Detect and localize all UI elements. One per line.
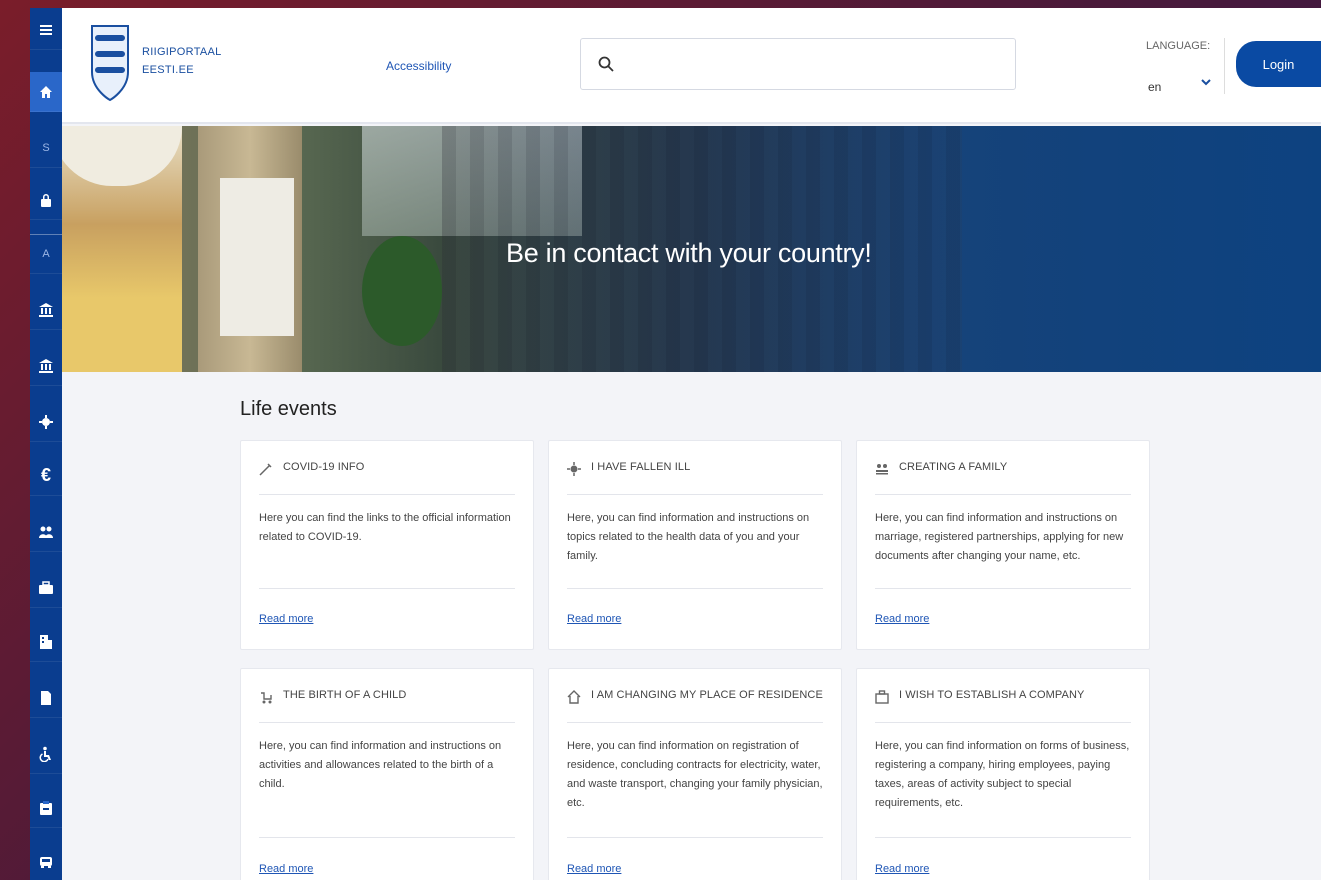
bank-icon[interactable] <box>30 346 62 386</box>
login-button[interactable]: Login <box>1236 41 1321 87</box>
card-description: Here, you can find information and instr… <box>567 512 810 562</box>
life-event-card[interactable]: THE BIRTH OF A CHILD Here, you can find … <box>240 668 534 880</box>
life-event-card[interactable]: COVID-19 INFO Here you can find the link… <box>240 440 534 650</box>
read-more-link[interactable]: Read more <box>567 863 621 875</box>
euro-glyph: € <box>40 465 51 485</box>
rail-section-letter-a: A <box>30 234 62 274</box>
virus-icon <box>567 462 581 476</box>
card-description: Here, you can find information on forms … <box>875 740 1130 809</box>
search-icon <box>598 56 614 72</box>
rail-letter-s: S <box>42 141 50 154</box>
section-title: Life events <box>240 398 337 420</box>
people-icon[interactable] <box>30 512 62 552</box>
bank-icon[interactable] <box>30 290 62 330</box>
briefcase-icon[interactable] <box>30 568 62 608</box>
lock-icon[interactable] <box>30 180 62 220</box>
card-header: COVID-19 INFO <box>259 461 515 495</box>
document-icon[interactable] <box>30 678 62 718</box>
left-navigation-rail: S A € <box>30 8 62 880</box>
house-icon <box>567 690 581 704</box>
card-header: CREATING A FAMILY <box>875 461 1131 495</box>
family-icon <box>876 464 888 475</box>
card-title: THE BIRTH OF A CHILD <box>283 689 407 701</box>
card-divider <box>875 588 1131 589</box>
language-label: LANGUAGE: <box>1146 40 1211 52</box>
life-event-card[interactable]: I AM CHANGING MY PLACE OF RESIDENCE Here… <box>548 668 842 880</box>
card-title: CREATING A FAMILY <box>899 461 1008 473</box>
car-icon[interactable] <box>30 842 62 880</box>
read-more-link[interactable]: Read more <box>567 613 621 625</box>
hero-title: Be in contact with your country! <box>506 238 872 268</box>
clipboard-icon[interactable] <box>30 788 62 828</box>
header-divider <box>1224 38 1225 94</box>
search-box[interactable] <box>580 38 1016 90</box>
brand-name-line2: EESTI.EE <box>142 64 194 76</box>
read-more-link[interactable]: Read more <box>875 613 929 625</box>
browser-page: S A € RIIGIPORTAAL EESTI.EE Accessibilit… <box>30 8 1321 880</box>
card-title: COVID-19 INFO <box>283 461 365 473</box>
virus-icon[interactable] <box>30 402 62 442</box>
stroller-icon <box>261 692 272 704</box>
card-title: I HAVE FALLEN ILL <box>591 461 691 473</box>
life-event-card[interactable]: I HAVE FALLEN ILL Here, you can find inf… <box>548 440 842 650</box>
rail-section-letter-s: S <box>30 128 62 168</box>
read-more-link[interactable]: Read more <box>259 613 313 625</box>
rail-letter-a: A <box>42 248 50 260</box>
card-divider <box>567 588 823 589</box>
chevron-down-icon[interactable] <box>1200 76 1212 88</box>
building-icon[interactable] <box>30 622 62 662</box>
brand-name-line1: RIIGIPORTAAL <box>142 46 222 58</box>
card-title: I WISH TO ESTABLISH A COMPANY <box>899 689 1085 701</box>
euro-icon[interactable]: € <box>30 456 62 496</box>
language-select-value[interactable]: en <box>1148 80 1161 94</box>
card-divider <box>259 837 515 838</box>
card-description: Here, you can find information on regist… <box>567 740 823 809</box>
card-divider <box>259 588 515 589</box>
card-divider <box>567 837 823 838</box>
card-header: I HAVE FALLEN ILL <box>567 461 823 495</box>
card-header: I WISH TO ESTABLISH A COMPANY <box>875 689 1131 723</box>
accessibility-icon[interactable] <box>30 734 62 774</box>
accessibility-link[interactable]: Accessibility <box>386 59 451 73</box>
coat-of-arms-logo[interactable] <box>88 24 132 104</box>
card-header: THE BIRTH OF A CHILD <box>259 689 515 723</box>
briefcase-icon <box>875 690 889 704</box>
life-event-card[interactable]: CREATING A FAMILY Here, you can find inf… <box>856 440 1150 650</box>
menu-icon[interactable] <box>30 10 62 50</box>
card-description: Here you can find the links to the offic… <box>259 512 511 543</box>
life-event-card[interactable]: I WISH TO ESTABLISH A COMPANY Here, you … <box>856 668 1150 880</box>
card-divider <box>875 837 1131 838</box>
hero-banner: Be in contact with your country! <box>62 126 1321 372</box>
site-header: RIIGIPORTAAL EESTI.EE Accessibility LANG… <box>62 8 1321 124</box>
card-description: Here, you can find information and instr… <box>259 740 502 790</box>
card-title: I AM CHANGING MY PLACE OF RESIDENCE <box>591 689 823 701</box>
card-description: Here, you can find information and instr… <box>875 512 1124 562</box>
read-more-link[interactable]: Read more <box>259 863 313 875</box>
home-icon[interactable] <box>30 72 62 112</box>
read-more-link[interactable]: Read more <box>875 863 929 875</box>
card-header: I AM CHANGING MY PLACE OF RESIDENCE <box>567 689 823 723</box>
search-input[interactable] <box>627 51 997 79</box>
syringe-icon <box>259 463 272 476</box>
